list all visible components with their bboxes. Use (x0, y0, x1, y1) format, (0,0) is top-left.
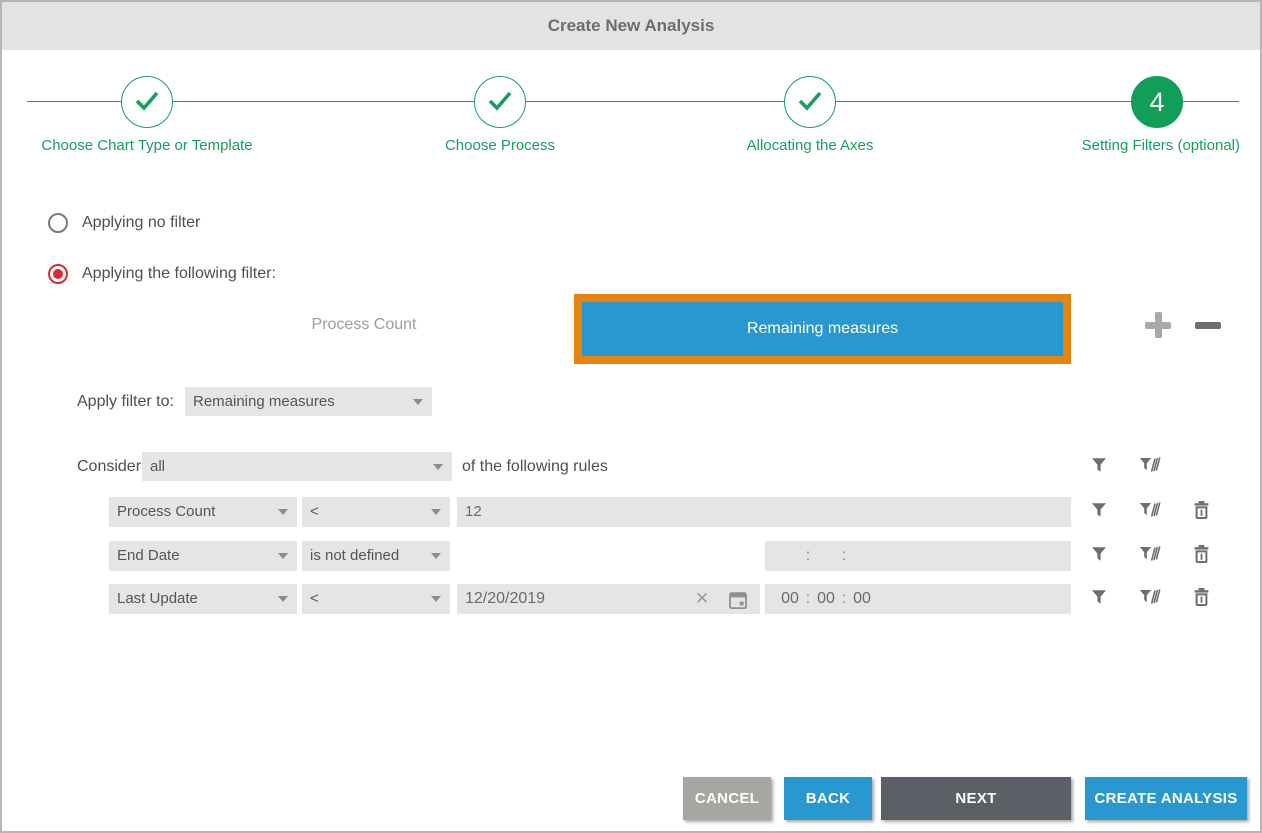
trash-icon (1194, 545, 1209, 568)
rule-3-field-select[interactable]: Last Update (109, 584, 297, 614)
multi-filter-icon (1139, 546, 1161, 567)
rule-2-delete-button[interactable] (1190, 541, 1212, 571)
rule-3-delete-button[interactable] (1190, 584, 1212, 614)
step-1-circle (121, 76, 173, 128)
calendar-icon[interactable] (729, 590, 747, 620)
filter-all-button[interactable] (1088, 452, 1110, 482)
consider-label: Consider (77, 458, 141, 476)
step-3-circle (784, 76, 836, 128)
filter-rule-row: End Date is not defined :: (2, 541, 1262, 571)
rule-2-operator-select[interactable]: is not defined (302, 541, 450, 571)
filter-rule-row: Process Count < 12 (2, 497, 1262, 527)
stepper-line (27, 101, 1239, 102)
filter-icon (1091, 457, 1107, 478)
rule-3-date-value: 12/20/2019 (465, 590, 545, 607)
time-hours[interactable]: 00 (777, 584, 803, 614)
apply-filter-to-value: Remaining measures (193, 393, 335, 410)
dialog-title: Create New Analysis (2, 2, 1260, 50)
apply-filter-to-select[interactable]: Remaining measures (185, 387, 432, 416)
multi-filter-icon (1139, 502, 1161, 523)
clear-date-icon[interactable]: ✕ (695, 584, 709, 614)
cancel-button[interactable]: CANCEL (683, 777, 771, 820)
multi-filter-icon-button[interactable] (1138, 452, 1162, 482)
step-1-label: Choose Chart Type or Template (22, 137, 272, 154)
chevron-down-icon (431, 509, 441, 515)
chevron-down-icon (278, 596, 288, 602)
check-icon (129, 82, 165, 123)
trash-icon (1194, 588, 1209, 611)
chevron-down-icon (413, 399, 423, 405)
chevron-down-icon (278, 509, 288, 515)
rule-3-date-input[interactable]: 12/20/2019 ✕ (457, 584, 760, 614)
rule-1-value: 12 (465, 503, 482, 520)
time-colon: : (839, 584, 849, 614)
rule-3-operator-select[interactable]: < (302, 584, 450, 614)
rule-3-multi-filter-button[interactable] (1138, 584, 1162, 614)
step-2-label: Choose Process (400, 137, 600, 154)
create-analysis-dialog: Create New Analysis 4 Choose Chart Type … (0, 0, 1262, 833)
rule-1-multi-filter-button[interactable] (1138, 497, 1162, 527)
rule-2-field-select[interactable]: End Date (109, 541, 297, 571)
step-4-label: Setting Filters (optional) (1008, 137, 1240, 154)
time-seconds[interactable]: 00 (849, 584, 875, 614)
add-filter-tab-button[interactable] (1145, 312, 1171, 338)
time-colon: : (803, 541, 813, 571)
tab-remaining-measures-label: Remaining measures (747, 320, 898, 338)
rule-3-time-input[interactable]: 00:00:00 (765, 584, 1071, 614)
apply-filter-to-label: Apply filter to: (77, 393, 174, 411)
radio-no-filter[interactable] (48, 213, 68, 233)
chevron-down-icon (431, 553, 441, 559)
consider-suffix: of the following rules (462, 458, 608, 476)
rule-1-filter-button[interactable] (1088, 497, 1110, 527)
filter-icon (1091, 502, 1107, 523)
step-4-circle: 4 (1131, 76, 1183, 128)
back-button[interactable]: BACK (784, 777, 872, 820)
chevron-down-icon (278, 553, 288, 559)
rule-2-time-input[interactable]: :: (765, 541, 1071, 571)
radio-no-filter-label: Applying no filter (82, 214, 200, 232)
rule-2-field-value: End Date (117, 547, 180, 564)
next-button[interactable]: NEXT (881, 777, 1071, 820)
rule-3-filter-button[interactable] (1088, 584, 1110, 614)
tab-remaining-measures[interactable]: Remaining measures (574, 294, 1071, 364)
radio-with-filter-label: Applying the following filter: (82, 265, 276, 283)
filter-icon (1091, 546, 1107, 567)
rule-3-field-value: Last Update (117, 590, 198, 607)
time-minutes[interactable]: 00 (813, 584, 839, 614)
rule-1-delete-button[interactable] (1190, 497, 1212, 527)
multi-filter-icon (1139, 457, 1161, 478)
rule-1-field-select[interactable]: Process Count (109, 497, 297, 527)
consider-value: all (150, 458, 165, 475)
time-colon: : (839, 541, 849, 571)
check-icon (792, 82, 828, 123)
time-colon: : (803, 584, 813, 614)
radio-with-filter[interactable] (48, 264, 68, 284)
rule-1-field-value: Process Count (117, 503, 215, 520)
remove-filter-tab-button[interactable] (1195, 312, 1221, 338)
consider-select[interactable]: all (142, 452, 452, 481)
rule-2-filter-button[interactable] (1088, 541, 1110, 571)
rule-1-operator-value: < (310, 503, 319, 520)
filter-rule-row: Last Update < 12/20/2019 ✕ 00:00:00 (2, 584, 1262, 614)
check-icon (482, 82, 518, 123)
chevron-down-icon (433, 464, 443, 470)
step-3-label: Allocating the Axes (710, 137, 910, 154)
tab-process-count[interactable]: Process Count (114, 316, 614, 334)
step-2-circle (474, 76, 526, 128)
rule-2-operator-value: is not defined (310, 547, 399, 564)
chevron-down-icon (431, 596, 441, 602)
filter-icon (1091, 589, 1107, 610)
trash-icon (1194, 501, 1209, 524)
rule-1-value-input[interactable]: 12 (457, 497, 1071, 527)
step-4-number: 4 (1149, 87, 1164, 118)
multi-filter-icon (1139, 589, 1161, 610)
rule-1-operator-select[interactable]: < (302, 497, 450, 527)
rule-2-multi-filter-button[interactable] (1138, 541, 1162, 571)
create-analysis-button[interactable]: CREATE ANALYSIS (1085, 777, 1247, 820)
rule-3-operator-value: < (310, 590, 319, 607)
